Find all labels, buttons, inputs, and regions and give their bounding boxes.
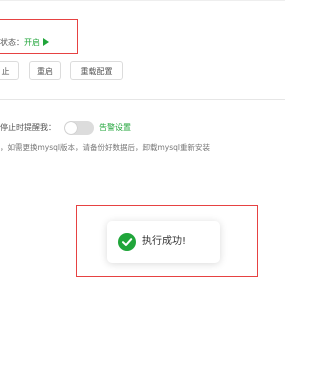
check-circle-icon xyxy=(118,233,136,251)
stop-button[interactable]: 止 xyxy=(0,61,19,80)
section-divider xyxy=(0,99,285,100)
toast-message: 执行成功! xyxy=(142,236,187,247)
status-value: 开启 xyxy=(24,38,40,47)
version-note: ，如需更换mysql版本，请备份好数据后，卸载mysql重新安装 xyxy=(0,143,210,152)
status-label: 状态： xyxy=(0,38,24,47)
play-icon xyxy=(43,38,49,46)
service-status: 状态：开启 xyxy=(0,37,49,49)
stop-alert-label: 停止时提醒我： xyxy=(0,123,56,132)
stop-alert-toggle[interactable] xyxy=(64,121,94,135)
top-divider xyxy=(0,0,285,1)
toggle-knob xyxy=(65,122,77,134)
success-toast: 执行成功! xyxy=(107,221,220,263)
restart-button[interactable]: 重启 xyxy=(29,61,61,80)
reload-config-button[interactable]: 重载配置 xyxy=(70,61,123,80)
alert-settings-link[interactable]: 告警设置 xyxy=(99,122,131,134)
